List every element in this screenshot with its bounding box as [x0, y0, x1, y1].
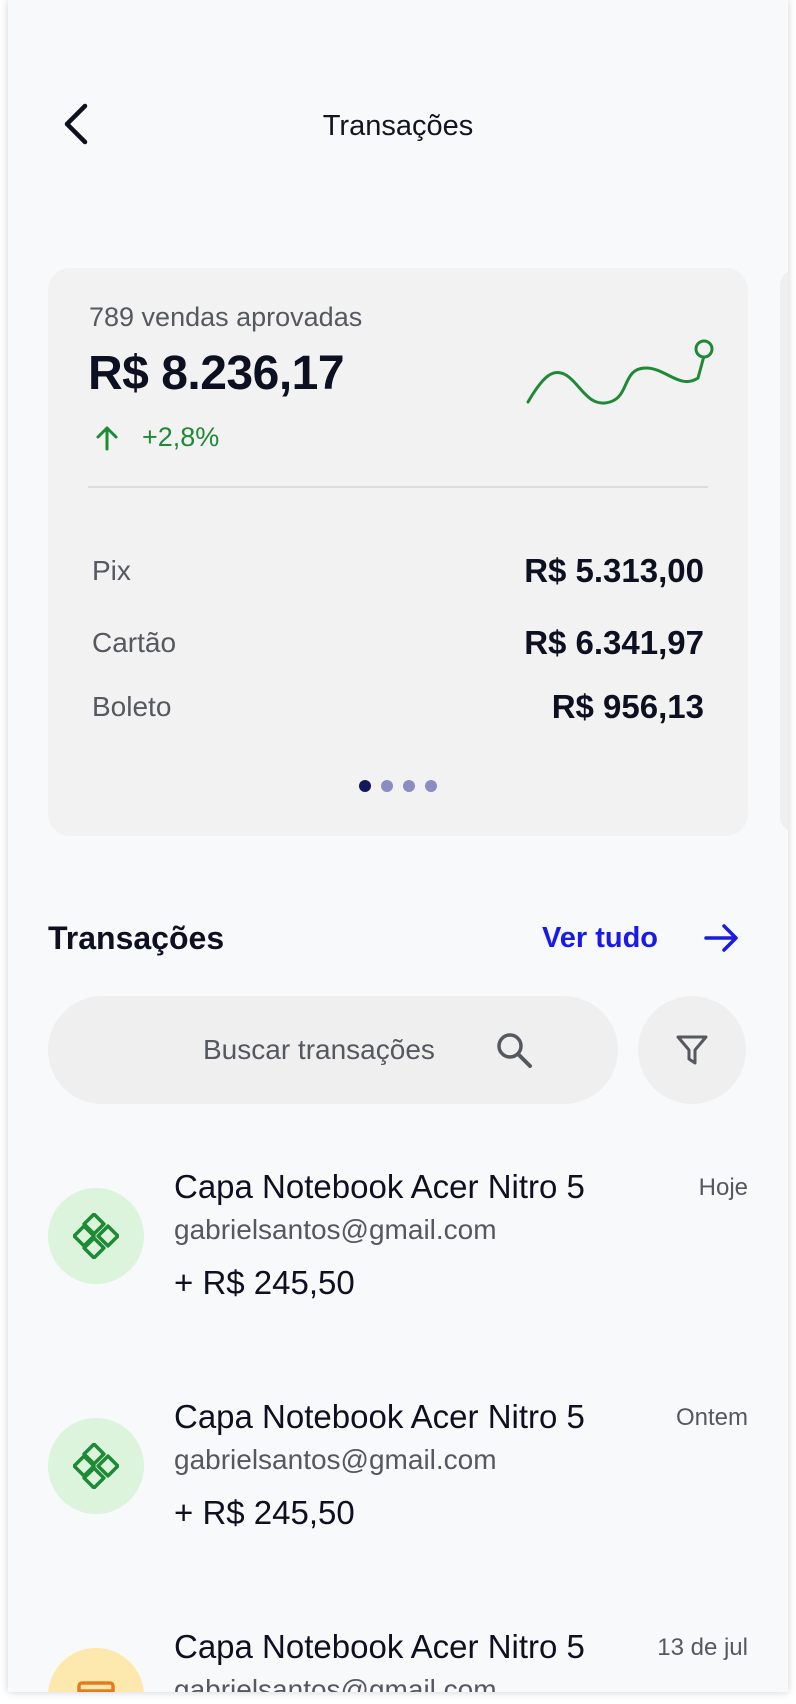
growth-indicator: +2,8%: [92, 422, 219, 453]
sales-summary-card[interactable]: 789 vendas aprovadas R$ 8.236,17 +2,8% P…: [48, 268, 748, 836]
transaction-title: Capa Notebook Acer Nitro 5: [174, 1398, 585, 1435]
pagination-dot-1[interactable]: [359, 780, 371, 792]
transactions-heading: Transações: [48, 920, 225, 956]
growth-value: +2,8%: [142, 422, 220, 452]
top-bar: Transações: [8, 90, 788, 160]
breakdown-row-boleto: Boleto R$ 956,13: [92, 688, 704, 726]
pix-icon: [73, 1213, 119, 1259]
transaction-email: gabrielsantos@gmail.com: [174, 1214, 497, 1245]
transaction-email: gabrielsantos@gmail.com: [174, 1444, 497, 1475]
transaction-title: Capa Notebook Acer Nitro 5: [174, 1168, 585, 1205]
carousel-pagination: [48, 780, 748, 792]
approved-sales-count: 789 vendas aprovadas: [89, 302, 363, 332]
total-amount: R$ 8.236,17: [88, 347, 345, 400]
pagination-dot-3[interactable]: [403, 780, 415, 792]
transaction-email: gabrielsantos@gmail.com: [174, 1674, 497, 1692]
see-all-label: Ver tudo: [542, 921, 659, 954]
transaction-date: Hoje: [698, 1174, 748, 1201]
filter-button[interactable]: [638, 996, 746, 1104]
breakdown-value: R$ 5.313,00: [524, 552, 704, 589]
search-input[interactable]: [201, 1033, 471, 1067]
boleto-icon: [77, 1681, 115, 1692]
pix-icon: [73, 1443, 119, 1489]
pagination-dot-4[interactable]: [425, 780, 437, 792]
arrow-right-icon: [704, 924, 738, 952]
page-title: Transações: [322, 110, 474, 142]
pagination-dot-2[interactable]: [381, 780, 393, 792]
breakdown-value: R$ 6.341,97: [524, 624, 704, 661]
breakdown-label: Cartão: [92, 627, 177, 658]
transaction-amount: + R$ 245,50: [174, 1494, 355, 1531]
transaction-date: 13 de jul: [657, 1634, 748, 1661]
next-card-peek[interactable]: [780, 270, 788, 832]
transaction-amount: + R$ 245,50: [174, 1264, 355, 1301]
transaction-avatar: [48, 1188, 144, 1284]
search-bar[interactable]: [48, 996, 618, 1104]
transaction-item[interactable]: Capa Notebook Acer Nitro 5 gabrielsantos…: [48, 1628, 748, 1692]
breakdown-row-pix: Pix R$ 5.313,00: [92, 552, 704, 590]
sales-sparkline: [526, 339, 714, 405]
breakdown-value: R$ 956,13: [551, 688, 704, 725]
transaction-avatar: [48, 1418, 144, 1514]
breakdown-label: Pix: [92, 555, 131, 586]
transaction-item[interactable]: Capa Notebook Acer Nitro 5 gabrielsantos…: [48, 1398, 748, 1558]
sparkline-endpoint: [694, 339, 714, 359]
transaction-item[interactable]: Capa Notebook Acer Nitro 5 gabrielsantos…: [48, 1168, 748, 1328]
transaction-date: Ontem: [675, 1404, 748, 1431]
transaction-title: Capa Notebook Acer Nitro 5: [174, 1628, 585, 1665]
see-all-link[interactable]: Ver tudo: [542, 918, 742, 958]
breakdown-label: Boleto: [92, 691, 172, 722]
filter-icon: [676, 1035, 708, 1065]
search-icon[interactable]: [493, 1029, 535, 1071]
card-divider: [88, 486, 708, 488]
breakdown-row-cartao: Cartão R$ 6.341,97: [92, 624, 704, 662]
app-screen: Transações 789 vendas aprovadas R$ 8.236…: [8, 0, 788, 1692]
arrow-up-icon: [96, 426, 118, 450]
transaction-avatar: [48, 1648, 144, 1692]
